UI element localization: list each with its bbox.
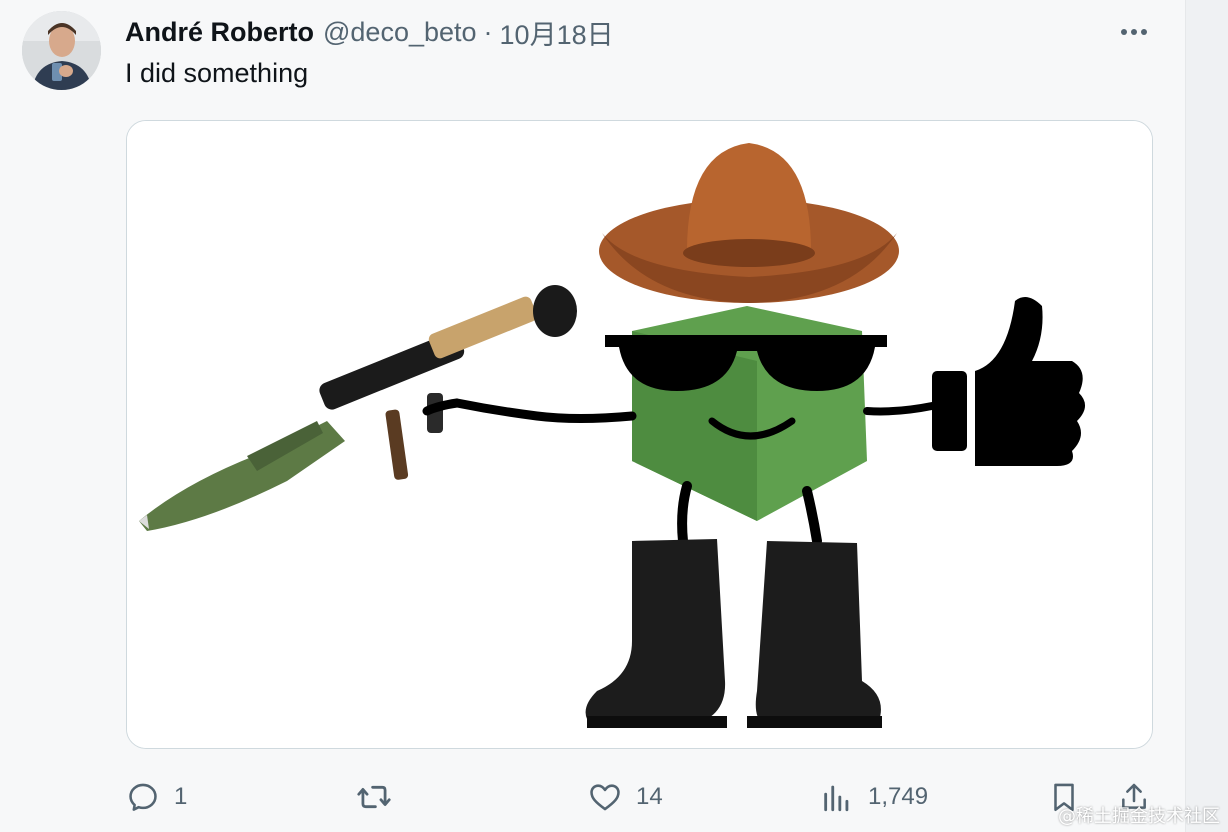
- retweet-button[interactable]: [356, 775, 406, 819]
- tweet-card[interactable]: André Roberto @deco_beto · 10月18日 I did …: [0, 0, 1185, 832]
- tweet-date[interactable]: 10月18日: [500, 13, 614, 52]
- watermark-text: @稀土掘金技术社区: [1058, 806, 1220, 827]
- avatar[interactable]: [22, 11, 101, 90]
- separator-dot: ·: [483, 16, 493, 47]
- reply-button[interactable]: 1: [126, 775, 187, 819]
- reply-icon: [126, 780, 160, 814]
- tweet-header: André Roberto @deco_beto · 10月18日: [125, 14, 614, 50]
- author-handle[interactable]: @deco_beto: [323, 17, 477, 48]
- views-chart-icon: [820, 780, 854, 814]
- more-horizontal-icon[interactable]: [1114, 22, 1154, 42]
- like-count: 14: [636, 783, 663, 810]
- reply-count: 1: [174, 783, 188, 810]
- tweet-actions: 1 14 1,749: [0, 775, 1185, 819]
- right-panel-edge: [1185, 0, 1228, 832]
- heart-icon: [588, 780, 622, 814]
- views-count: 1,749: [868, 783, 929, 810]
- retweet-icon: [356, 780, 392, 814]
- views-button[interactable]: 1,749: [820, 775, 928, 819]
- tweet-text: I did something: [125, 58, 309, 88]
- like-button[interactable]: 14: [588, 775, 663, 819]
- author-name[interactable]: André Roberto: [125, 17, 314, 48]
- tweet-media-image[interactable]: [126, 120, 1153, 749]
